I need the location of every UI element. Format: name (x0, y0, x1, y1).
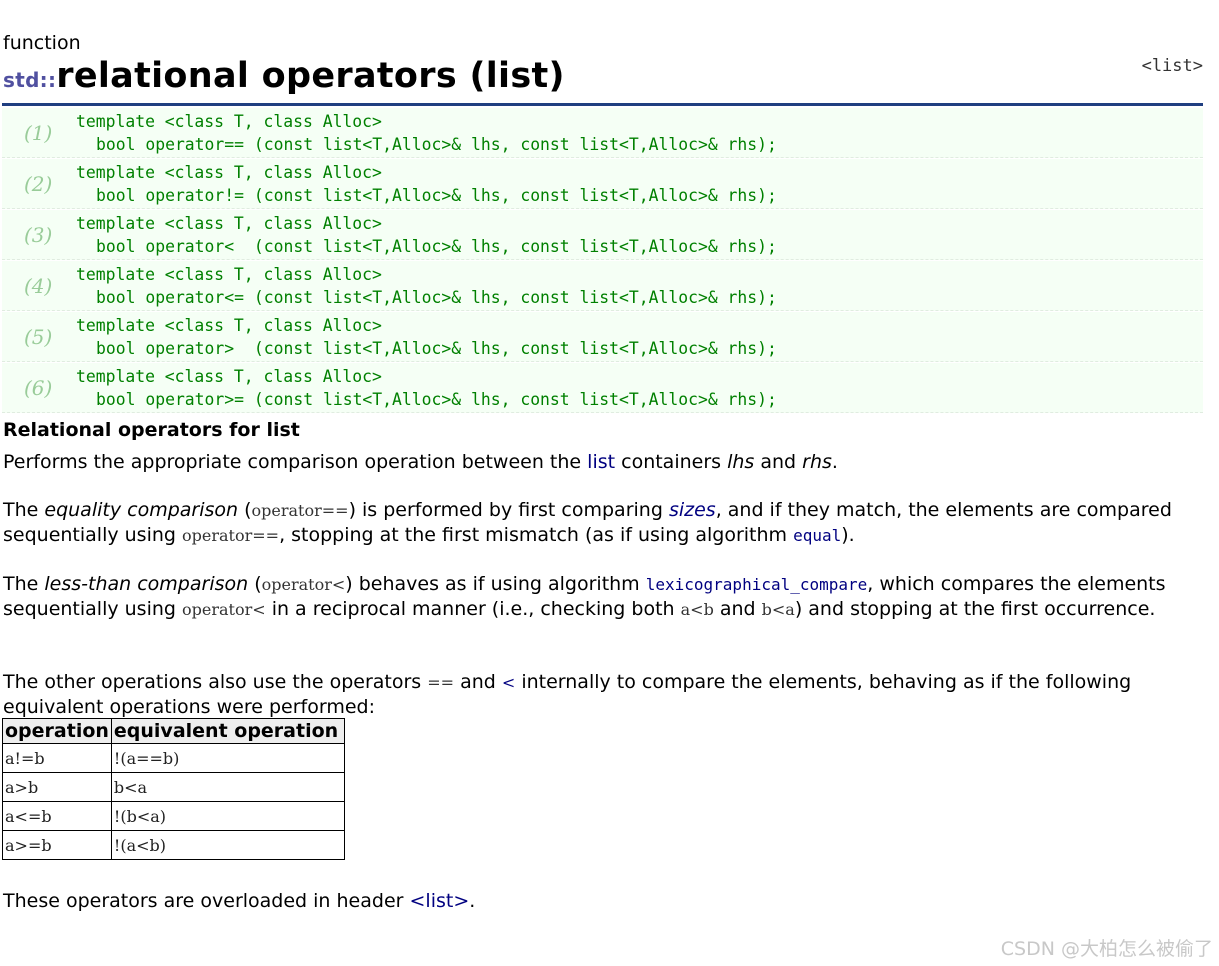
page-title: std::relational operators (list) (3, 56, 565, 96)
paragraph-header: These operators are overloaded in header… (3, 890, 476, 912)
namespace: std:: (3, 68, 57, 92)
table-row: a>=b !(a<b) (2, 830, 345, 860)
code-line: template <class T, class Alloc> (76, 163, 382, 182)
code-line: bool operator== (const list<T,Alloc>& lh… (96, 135, 777, 154)
code-line: template <class T, class Alloc> (76, 265, 382, 284)
section-subtitle: Relational operators for list (3, 419, 300, 441)
lexicographical-compare-link[interactable]: lexicographical_compare (646, 575, 868, 594)
code-line: bool operator< (const list<T,Alloc>& lhs… (96, 237, 777, 256)
list-link[interactable]: list (587, 451, 615, 473)
sizes-link[interactable]: sizes (669, 499, 716, 521)
table-row: a>b b<a (2, 772, 345, 802)
prototype: (6) template <class T, class Alloc> bool o… (2, 363, 1203, 413)
title-rule (2, 103, 1203, 106)
proto-number: (2) (24, 172, 53, 196)
code-line: bool operator> (const list<T,Alloc>& lhs… (96, 339, 777, 358)
paragraph-intro: Performs the appropriate comparison oper… (3, 451, 838, 473)
prototype: (5) template <class T, class Alloc> bool o… (2, 312, 1203, 362)
code-line: bool operator>= (const list<T,Alloc>& lh… (96, 390, 777, 409)
proto-number: (4) (24, 274, 53, 298)
proto-number: (1) (24, 121, 53, 145)
paragraph-other: The other operations also use the operat… (3, 671, 1132, 718)
proto-number: (3) (24, 223, 53, 247)
title-text: relational operators (list) (56, 56, 565, 96)
col-header: equivalent operation (110, 718, 345, 744)
prototype: (3) template <class T, class Alloc> bool o… (2, 210, 1203, 260)
code-line: template <class T, class Alloc> (76, 112, 382, 131)
equal-link[interactable]: equal (793, 526, 841, 545)
code-line: template <class T, class Alloc> (76, 316, 382, 335)
prototype: (1) template <class T, class Alloc> bool o… (2, 108, 1203, 158)
code-line: bool operator<= (const list<T,Alloc>& lh… (96, 288, 777, 307)
proto-number: (6) (24, 376, 53, 400)
prototypes: (1) template <class T, class Alloc> bool o… (2, 108, 1203, 414)
proto-number: (5) (24, 325, 53, 349)
paragraph-equality: The equality comparison (operator==) is … (3, 499, 1172, 546)
watermark: CSDN @大柏怎么被偷了 (1000, 938, 1213, 960)
list-header-link[interactable]: <list> (410, 890, 470, 912)
table-row: a!=b !(a==b) (2, 743, 345, 773)
code-line: template <class T, class Alloc> (76, 367, 382, 386)
equivalence-table: operation equivalent operation a!=b !(a==b… (2, 718, 345, 860)
code-line: template <class T, class Alloc> (76, 214, 382, 233)
prototype: (2) template <class T, class Alloc> bool o… (2, 159, 1203, 209)
code-line: bool operator!= (const list<T,Alloc>& lh… (96, 186, 777, 205)
header-link[interactable]: <list> (1142, 56, 1203, 76)
prototype: (4) template <class T, class Alloc> bool o… (2, 261, 1203, 311)
paragraph-less-than: The less-than comparison (operator<) beh… (3, 573, 1166, 620)
table-row: a<=b !(b<a) (2, 801, 345, 831)
col-header: operation (2, 718, 112, 744)
entity-kind: function (3, 32, 81, 54)
